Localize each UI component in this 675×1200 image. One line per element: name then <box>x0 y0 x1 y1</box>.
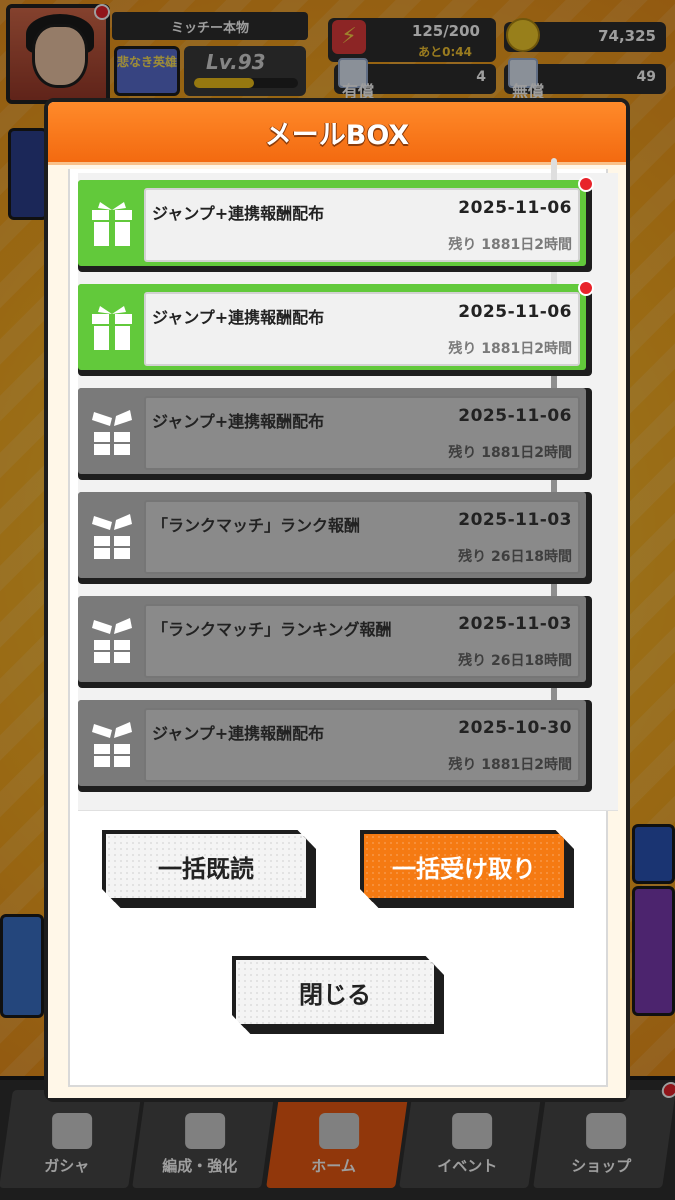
mail-title: ジャンプ+連携報酬配布 <box>152 204 325 223</box>
opened-gift-icon <box>92 514 132 559</box>
mail-item[interactable]: 「ランクマッチ」ランキング報酬 2025-11-03 残り 26日18時間 <box>78 596 592 688</box>
opened-gift-icon <box>92 722 132 767</box>
opened-gift-icon <box>92 410 132 455</box>
mail-title: ジャンプ+連携報酬配布 <box>152 724 325 743</box>
mail-item[interactable]: 「ランクマッチ」ランク報酬 2025-11-03 残り 26日18時間 <box>78 492 592 584</box>
mail-remaining-time: 残り 1881日2時間 <box>448 757 572 773</box>
mail-remaining-time: 残り 1881日2時間 <box>448 237 572 253</box>
mail-item[interactable]: ジャンプ+連携報酬配布 2025-11-06 残り 1881日2時間 <box>78 388 592 480</box>
mail-title: 「ランクマッチ」ランク報酬 <box>152 516 361 535</box>
mail-remaining-time: 残り 1881日2時間 <box>448 341 572 357</box>
gift-box-icon <box>92 202 132 246</box>
receive-all-button[interactable]: 一括受け取り <box>360 830 568 902</box>
mail-title: 「ランクマッチ」ランキング報酬 <box>152 620 392 639</box>
close-button[interactable]: 閉じる <box>232 956 438 1028</box>
mail-date: 2025-11-06 <box>458 198 572 218</box>
mail-date: 2025-11-03 <box>458 510 572 530</box>
mail-item[interactable]: ジャンプ+連携報酬配布 2025-11-06 残り 1881日2時間 <box>78 176 594 272</box>
mail-date: 2025-10-30 <box>458 718 572 738</box>
mail-item[interactable]: ジャンプ+連携報酬配布 2025-10-30 残り 1881日2時間 <box>78 700 592 792</box>
mail-date: 2025-11-06 <box>458 406 572 426</box>
opened-gift-icon <box>92 618 132 663</box>
mail-date: 2025-11-03 <box>458 614 572 634</box>
mail-date: 2025-11-06 <box>458 302 572 322</box>
mail-remaining-time: 残り 26日18時間 <box>458 653 572 669</box>
mail-title: ジャンプ+連携報酬配布 <box>152 308 325 327</box>
mail-remaining-time: 残り 26日18時間 <box>458 549 572 565</box>
modal-title: メールBOX <box>264 119 410 151</box>
unread-dot <box>578 176 594 192</box>
mail-title: ジャンプ+連携報酬配布 <box>152 412 325 431</box>
gift-box-icon <box>92 306 132 350</box>
modal-header: メールBOX <box>48 102 626 162</box>
mail-item[interactable]: ジャンプ+連携報酬配布 2025-11-06 残り 1881日2時間 <box>78 280 594 376</box>
mail-remaining-time: 残り 1881日2時間 <box>448 445 572 461</box>
unread-dot <box>578 280 594 296</box>
mark-all-read-button[interactable]: 一括既読 <box>102 830 310 902</box>
